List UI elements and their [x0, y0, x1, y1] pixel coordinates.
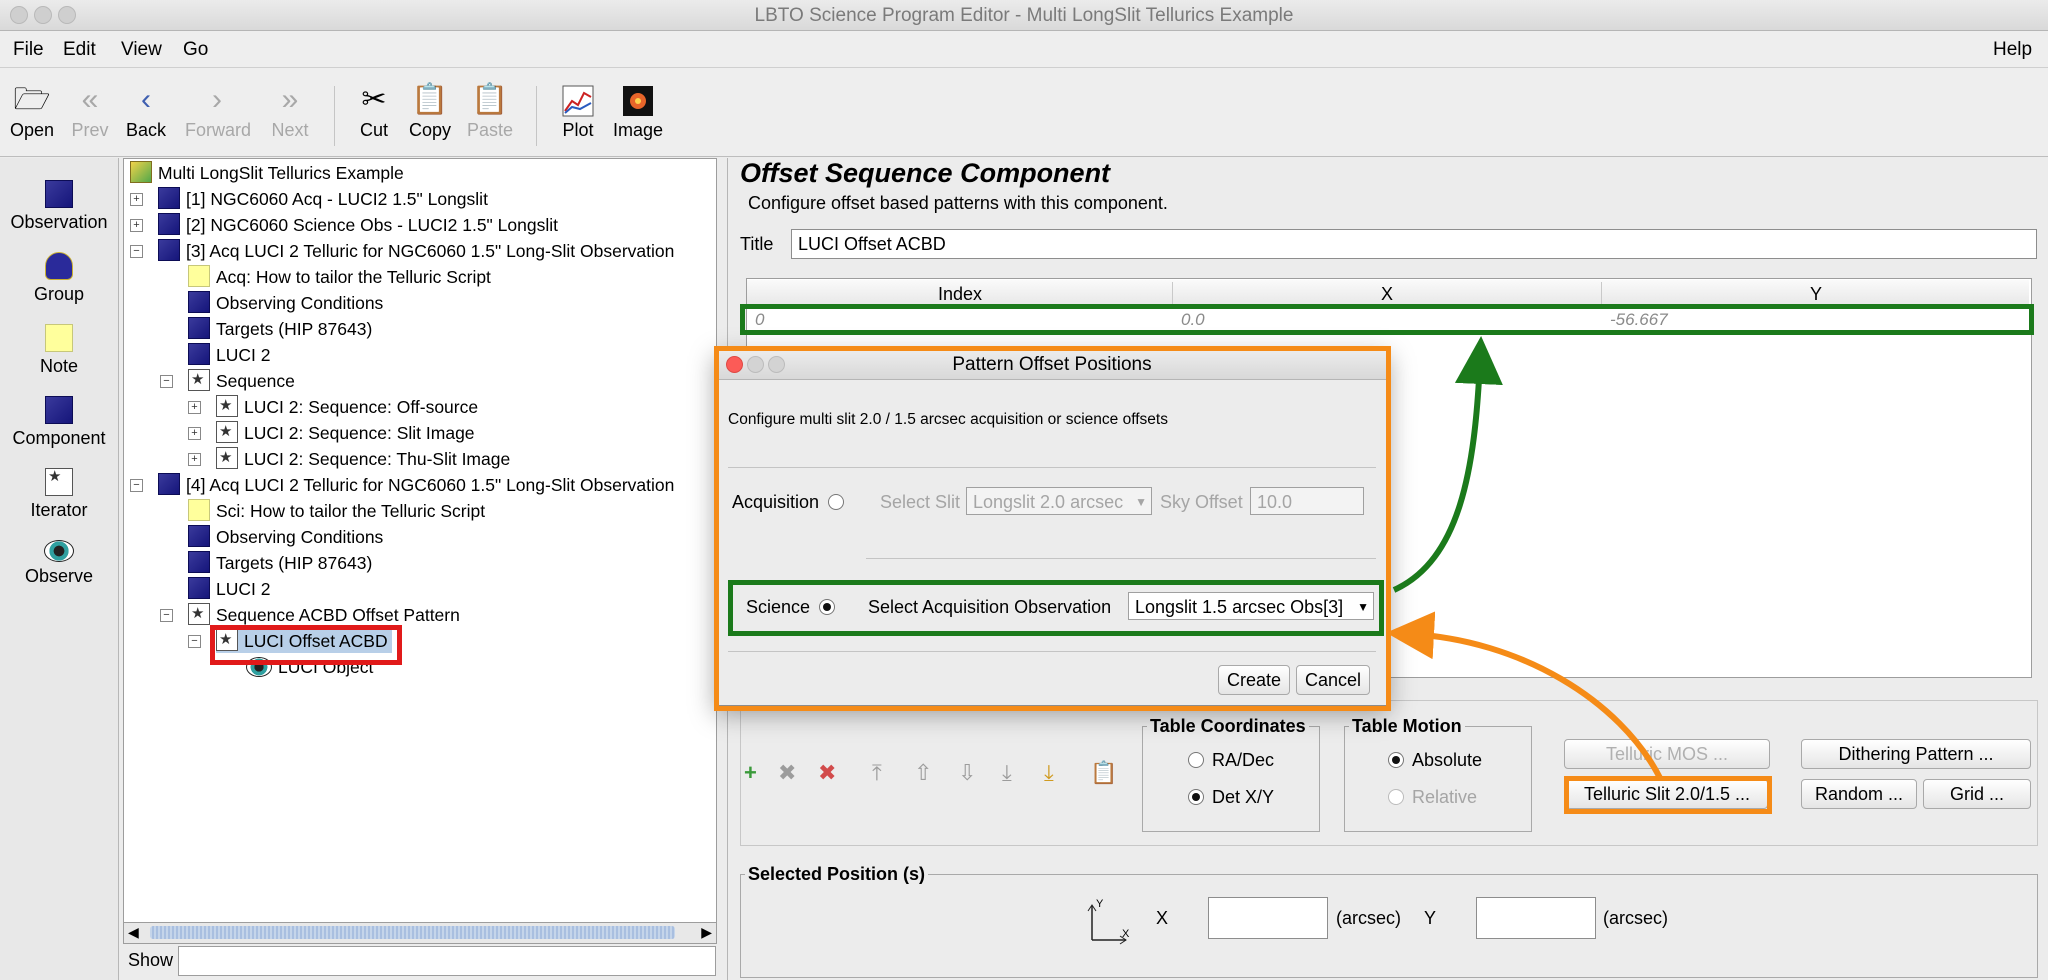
green-arrow — [1392, 336, 1503, 593]
annotation-arrows — [1386, 336, 1663, 780]
orange-arrow — [1386, 611, 1663, 780]
